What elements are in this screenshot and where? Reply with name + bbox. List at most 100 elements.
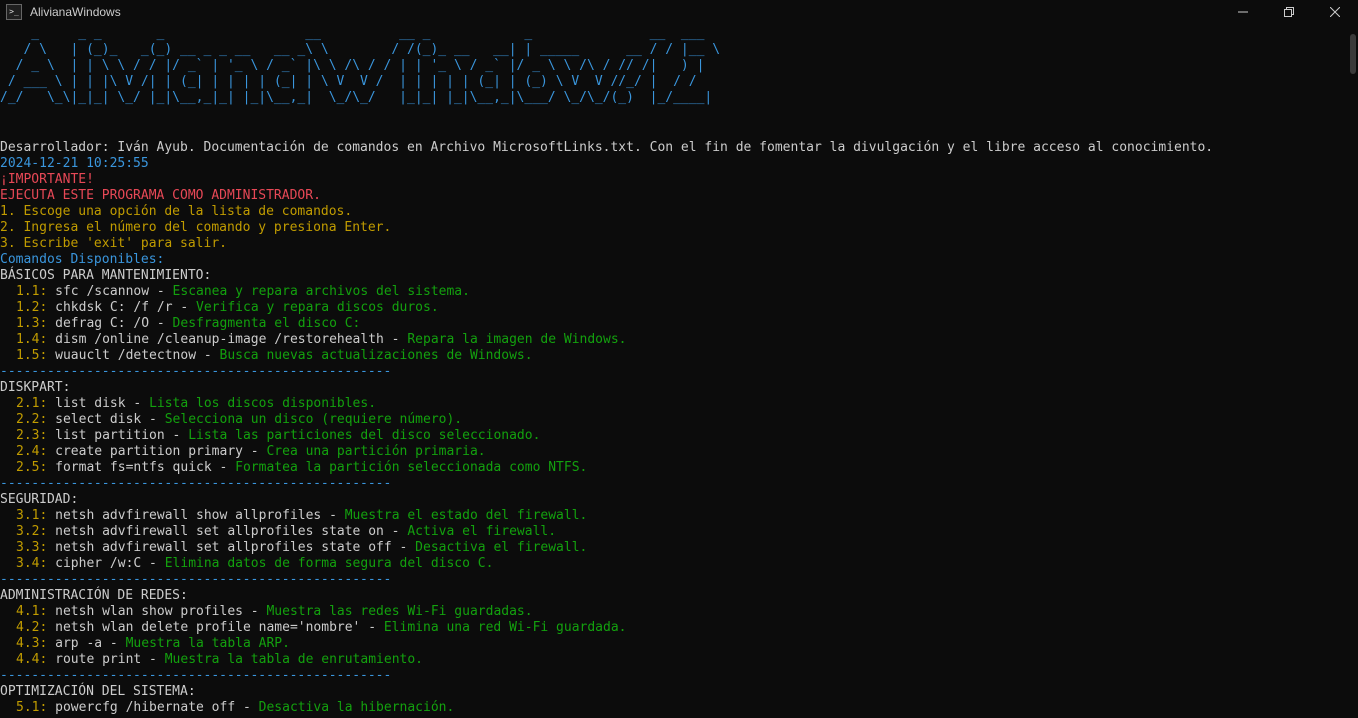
command-number: 2.4: [16, 444, 48, 459]
command-line: 3.3: netsh advfirewall set allprofiles s… [0, 540, 1344, 556]
console-output[interactable]: _ _ _ _ __ __ _ _ __ ___ / \ | (_)_ _(_)… [0, 24, 1344, 718]
command-line: 4.4: route print - Muestra la tabla de e… [0, 652, 1344, 668]
command-number: 4.3: [16, 636, 48, 651]
command-number: 1.5: [16, 348, 48, 363]
command-number: 2.2: [16, 412, 48, 427]
separator-line: ----------------------------------------… [0, 476, 392, 491]
command-number: 2.3: [16, 428, 48, 443]
command-description: Muestra las redes Wi-Fi guardadas. [266, 604, 533, 619]
instruction-step-3: 3. Escribe 'exit' para salir. [0, 236, 227, 251]
important-label: ¡IMPORTANTE! [0, 172, 94, 187]
command-description: Desfragmenta el disco C: [172, 316, 361, 331]
command-description: Desactiva la hibernación. [258, 700, 455, 715]
command-line: 3.2: netsh advfirewall set allprofiles s… [0, 524, 1344, 540]
banner-line: _ _ _ _ __ __ _ _ __ ___ [0, 26, 705, 41]
command-line: 2.4: create partition primary - Crea una… [0, 444, 1344, 460]
banner-line: / ___ \ | | |\ V /| | (_| | | | | (_| | … [0, 74, 697, 89]
command-text: netsh advfirewall set allprofiles state … [47, 540, 416, 555]
command-description: Desactiva el firewall. [415, 540, 588, 555]
command-description: Elimina datos de forma segura del disco … [164, 556, 494, 571]
command-number: 4.2: [16, 620, 48, 635]
command-text: sfc /scannow - [47, 284, 173, 299]
command-text: netsh advfirewall set allprofiles state … [47, 524, 408, 539]
command-number: 4.1: [16, 604, 48, 619]
command-number: 1.1: [16, 284, 48, 299]
close-icon [1330, 7, 1340, 17]
console-icon: >_ [6, 4, 22, 20]
developer-line: Desarrollador: Iván Ayub. Documentación … [0, 140, 1214, 155]
command-description: Busca nuevas actualizaciones de Windows. [219, 348, 533, 363]
scrollbar[interactable] [1348, 24, 1358, 718]
command-text: dism /online /cleanup-image /restoreheal… [47, 332, 408, 347]
command-description: Lista los discos disponibles. [149, 396, 377, 411]
command-text: netsh wlan delete profile name='nombre' … [47, 620, 384, 635]
separator-line: ----------------------------------------… [0, 572, 392, 587]
command-number: 3.4: [16, 556, 48, 571]
command-text: list partition - [47, 428, 189, 443]
command-description: Muestra la tabla ARP. [125, 636, 290, 651]
command-line: 1.2: chkdsk C: /f /r - Verifica y repara… [0, 300, 1344, 316]
command-text: powercfg /hibernate off - [47, 700, 259, 715]
command-text: list disk - [47, 396, 150, 411]
maximize-button[interactable] [1266, 0, 1312, 24]
command-line: 4.3: arp -a - Muestra la tabla ARP. [0, 636, 1344, 652]
command-number: 1.2: [16, 300, 48, 315]
command-number: 3.2: [16, 524, 48, 539]
command-description: Escanea y repara archivos del sistema. [172, 284, 470, 299]
title-bar[interactable]: >_ AlivianaWindows [0, 0, 1358, 24]
section-title: SEGURIDAD: [0, 492, 79, 507]
command-text: arp -a - [47, 636, 126, 651]
command-description: Muestra el estado del firewall. [344, 508, 588, 523]
minimize-button[interactable] [1220, 0, 1266, 24]
command-line: 1.1: sfc /scannow - Escanea y repara arc… [0, 284, 1344, 300]
command-line: 3.4: cipher /w:C - Elimina datos de form… [0, 556, 1344, 572]
section-title: OPTIMIZACIÓN DEL SISTEMA: [0, 684, 196, 699]
command-description: Formatea la partición seleccionada como … [235, 460, 588, 475]
section-title: ADMINISTRACIÓN DE REDES: [0, 588, 188, 603]
command-description: Verifica y repara discos duros. [196, 300, 439, 315]
commands-available-heading: Comandos Disponibles: [0, 252, 165, 267]
section-title: BÁSICOS PARA MANTENIMIENTO: [0, 268, 212, 283]
admin-warning: EJECUTA ESTE PROGRAMA COMO ADMINISTRADOR… [0, 188, 321, 203]
banner-line: /_/ \_\|_|_| \_/ |_|\__,_|_| |_|\__,_| \… [0, 90, 713, 105]
command-line: 4.2: netsh wlan delete profile name='nom… [0, 620, 1344, 636]
window-controls [1220, 0, 1358, 24]
command-description: Repara la imagen de Windows. [407, 332, 627, 347]
command-line: 5.1: powercfg /hibernate off - Desactiva… [0, 700, 1344, 716]
command-description: Lista las particiones del disco seleccio… [188, 428, 541, 443]
command-text: select disk - [47, 412, 165, 427]
command-line: 1.5: wuauclt /detectnow - Busca nuevas a… [0, 348, 1344, 364]
command-text: netsh advfirewall show allprofiles - [47, 508, 345, 523]
timestamp: 2024-12-21 10:25:55 [0, 156, 149, 171]
separator-line: ----------------------------------------… [0, 364, 392, 379]
command-description: Selecciona un disco (requiere número). [164, 412, 463, 427]
command-line: 2.1: list disk - Lista los discos dispon… [0, 396, 1344, 412]
command-number: 4.4: [16, 652, 48, 667]
command-text: route print - [47, 652, 165, 667]
command-line: 1.4: dism /online /cleanup-image /restor… [0, 332, 1344, 348]
command-number: 5.1: [16, 700, 48, 715]
command-number: 2.5: [16, 460, 48, 475]
section-title: DISKPART: [0, 380, 71, 395]
maximize-icon [1284, 7, 1294, 17]
window-title: AlivianaWindows [30, 5, 121, 19]
ascii-banner: _ _ _ _ __ __ _ _ __ ___ / \ | (_)_ _(_)… [0, 24, 1344, 108]
command-text: defrag C: /O - [47, 316, 173, 331]
command-text: format fs=ntfs quick - [47, 460, 236, 475]
command-description: Crea una partición primaria. [266, 444, 486, 459]
scroll-thumb[interactable] [1350, 34, 1356, 74]
instruction-step-1: 1. Escoge una opción de la lista de coma… [0, 204, 353, 219]
separator-line: ----------------------------------------… [0, 668, 392, 683]
command-text: chkdsk C: /f /r - [47, 300, 197, 315]
instruction-step-2: 2. Ingresa el número del comando y presi… [0, 220, 392, 235]
command-description: Muestra la tabla de enrutamiento. [164, 652, 423, 667]
command-text: wuauclt /detectnow - [47, 348, 220, 363]
command-line: 2.2: select disk - Selecciona un disco (… [0, 412, 1344, 428]
command-text: create partition primary - [47, 444, 267, 459]
command-text: cipher /w:C - [47, 556, 165, 571]
command-description: Activa el firewall. [407, 524, 557, 539]
command-number: 1.3: [16, 316, 48, 331]
close-button[interactable] [1312, 0, 1358, 24]
